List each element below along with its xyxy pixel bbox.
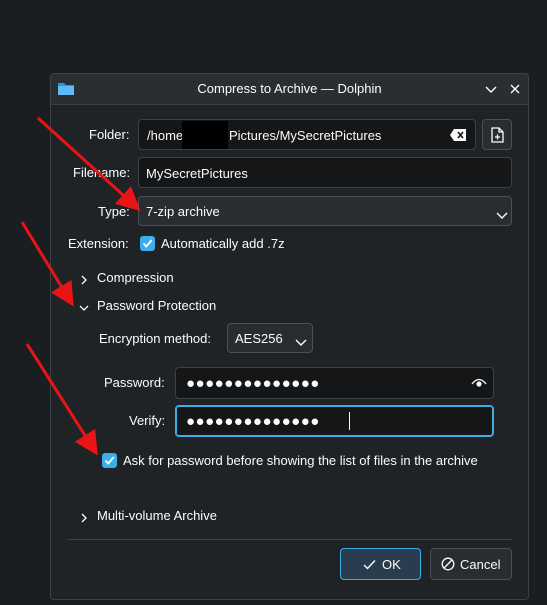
encryption-method-label: Encryption method: (99, 331, 212, 346)
section-password-protection[interactable]: Password Protection (97, 298, 216, 313)
ok-button[interactable]: OK (340, 548, 421, 580)
auto-extension-label: Automatically add .7z (161, 236, 285, 251)
extension-label: Extension: (68, 236, 129, 251)
encryption-method-select[interactable]: AES256 (227, 323, 313, 353)
filename-label: Filename: (73, 165, 131, 180)
folder-input[interactable]: /home Pictures/MySecretPictures (138, 119, 476, 150)
cancel-label: Cancel (460, 557, 501, 572)
chevron-down-icon (295, 335, 307, 346)
compress-dialog: Compress to Archive — Dolphin Folder: /h… (50, 73, 529, 600)
divider (67, 539, 512, 540)
chevron-right-icon[interactable] (79, 273, 89, 285)
cancel-button[interactable]: Cancel (430, 548, 512, 580)
text-cursor (349, 412, 350, 430)
verify-input[interactable]: ●●●●●●●●●●●●●● (175, 405, 494, 437)
check-icon (363, 558, 376, 573)
chevron-down-icon[interactable] (79, 301, 89, 311)
type-label: Type: (98, 204, 130, 219)
encryption-method-value: AES256 (235, 331, 283, 346)
verify-mask: ●●●●●●●●●●●●●● (186, 413, 320, 430)
section-multi-volume[interactable]: Multi-volume Archive (97, 508, 217, 523)
redaction-box (182, 121, 228, 149)
cancel-icon (441, 557, 455, 574)
password-input[interactable]: ●●●●●●●●●●●●●● (175, 367, 494, 399)
chevron-right-icon[interactable] (79, 511, 89, 523)
section-compression[interactable]: Compression (97, 270, 174, 285)
password-label: Password: (104, 375, 165, 390)
filename-value: MySecretPictures (146, 166, 248, 181)
type-select[interactable]: 7-zip archive (138, 196, 512, 226)
folder-path-prefix: /home (147, 128, 184, 143)
password-mask: ●●●●●●●●●●●●●● (186, 375, 320, 392)
eye-icon[interactable] (471, 377, 487, 392)
close-icon[interactable] (507, 81, 523, 97)
title-bar: Compress to Archive — Dolphin (51, 74, 528, 105)
window-title: Compress to Archive — Dolphin (197, 81, 382, 96)
auto-extension-checkbox[interactable] (140, 236, 155, 251)
clear-text-icon[interactable] (449, 128, 467, 145)
type-value: 7-zip archive (146, 204, 220, 219)
minimize-chevron-icon[interactable] (483, 81, 499, 97)
ask-password-checkbox[interactable] (102, 453, 117, 468)
filename-input[interactable]: MySecretPictures (138, 157, 512, 188)
ask-password-label: Ask for password before showing the list… (123, 453, 478, 468)
verify-label: Verify: (129, 413, 166, 428)
ok-label: OK (382, 557, 401, 572)
chevron-down-icon (496, 208, 508, 219)
folder-label: Folder: (89, 127, 130, 142)
browse-folder-button[interactable] (482, 119, 512, 150)
folder-path-suffix: Pictures/MySecretPictures (229, 128, 382, 143)
document-open-icon (491, 127, 504, 146)
